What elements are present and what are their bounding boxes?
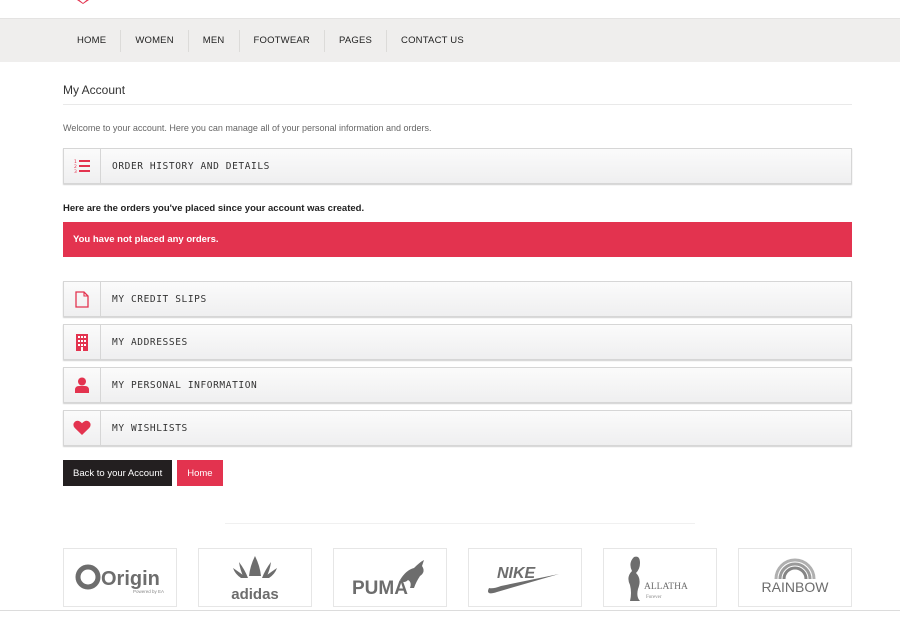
nav-item-pages[interactable]: PAGES (325, 29, 388, 52)
brand-adidas[interactable]: adidas (198, 548, 312, 607)
user-icon (64, 368, 101, 402)
origin-logo-subtext: Powered by EA (133, 589, 164, 594)
rainbow-logo-text: RAINBOW (762, 579, 830, 595)
no-orders-alert: You have not placed any orders. (63, 222, 852, 257)
orders-note: Here are the orders you've placed since … (63, 203, 365, 214)
brand-allatha[interactable]: ALLATHA Forever (603, 548, 717, 607)
personal-info-link[interactable]: MY PERSONAL INFORMATION (63, 367, 852, 403)
allatha-logo-text: ALLATHA (644, 582, 688, 592)
numbered-list-icon: 1 2 3 (64, 149, 101, 183)
document-icon (64, 282, 101, 316)
nav-item-women[interactable]: WOMEN (121, 29, 189, 52)
brand-puma[interactable]: PUMA (333, 548, 447, 607)
credit-slips-label: MY CREDIT SLIPS (112, 293, 207, 305)
origin-logo-icon: Origin Powered by EA (75, 564, 164, 594)
brand-origin[interactable]: Origin Powered by EA (63, 548, 177, 607)
logo-icon[interactable] (76, 0, 90, 4)
nav-item-men[interactable]: MEN (189, 29, 240, 52)
welcome-text: Welcome to your account. Here you can ma… (63, 123, 432, 133)
brand-logos: Origin Powered by EA adidas PUMA NIKE AL… (63, 548, 852, 607)
allatha-logo-subtext: Forever (646, 595, 662, 600)
addresses-link[interactable]: MY ADDRESSES (63, 324, 852, 360)
credit-slips-link[interactable]: MY CREDIT SLIPS (63, 281, 852, 317)
origin-logo-text: Origin (101, 568, 160, 590)
back-to-account-button[interactable]: Back to your Account (63, 460, 173, 486)
personal-info-label: MY PERSONAL INFORMATION (112, 379, 258, 391)
nav-item-contact-us[interactable]: CONTACT US (387, 30, 478, 52)
building-icon (64, 325, 101, 359)
account-buttons: Back to your Account Home (63, 460, 852, 486)
wishlists-label: MY WISHLISTS (112, 422, 188, 434)
heart-icon (64, 411, 101, 445)
svg-text:3: 3 (74, 169, 77, 173)
main-nav: HOME WOMEN MEN FOOTWEAR PAGES CONTACT US (0, 18, 900, 62)
order-history-label: ORDER HISTORY AND DETAILS (112, 160, 270, 172)
adidas-logo-icon: adidas (231, 555, 279, 602)
rainbow-logo-icon: RAINBOW (762, 558, 830, 595)
brand-rainbow[interactable]: RAINBOW (738, 548, 852, 607)
addresses-label: MY ADDRESSES (112, 336, 188, 348)
footer-divider (0, 610, 900, 611)
top-strip (0, 0, 900, 18)
nike-logo-text: NIKE (497, 565, 537, 582)
adidas-logo-text: adidas (231, 586, 279, 602)
allatha-logo-icon: ALLATHA Forever (628, 556, 688, 601)
order-history-link[interactable]: 1 2 3 ORDER HISTORY AND DETAILS (63, 148, 852, 184)
puma-logo-text: PUMA (352, 578, 408, 598)
section-divider (225, 523, 695, 524)
account-content: My Account Welcome to your account. Here… (63, 62, 852, 486)
nav-item-footwear[interactable]: FOOTWEAR (240, 29, 325, 52)
nike-logo-icon: NIKE (488, 565, 559, 593)
home-button[interactable]: Home (177, 460, 223, 486)
nav-item-home[interactable]: HOME (63, 29, 122, 52)
puma-logo-icon: PUMA (352, 559, 424, 598)
page-title: My Account (63, 83, 852, 105)
brand-nike[interactable]: NIKE (468, 548, 582, 607)
wishlists-link[interactable]: MY WISHLISTS (63, 410, 852, 446)
